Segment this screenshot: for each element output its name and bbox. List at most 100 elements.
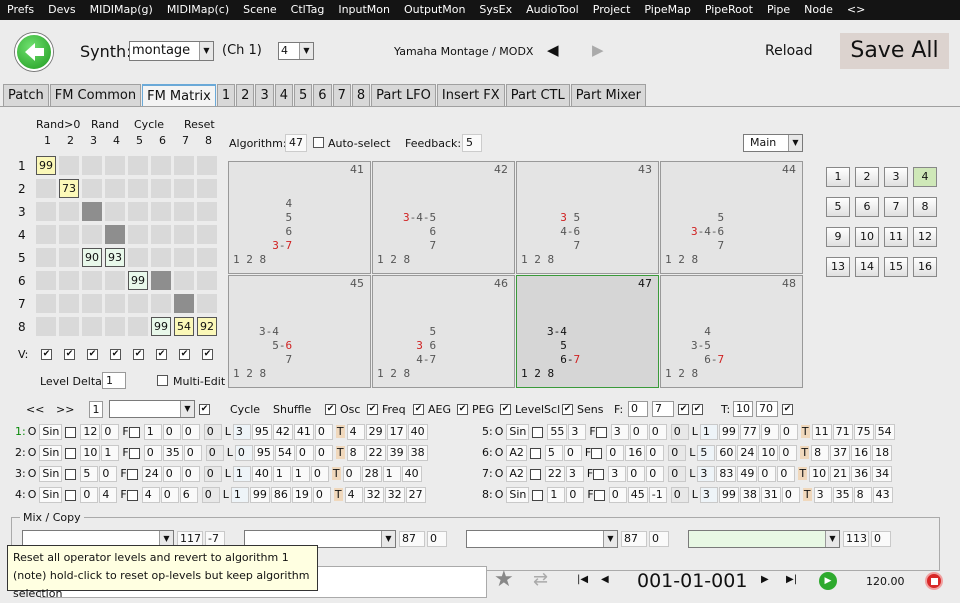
- matrix-value-cell[interactable]: 73: [59, 179, 79, 198]
- op-level-value[interactable]: 99: [249, 487, 270, 503]
- op-fixed-checkbox[interactable]: [126, 489, 138, 501]
- mix-select-4[interactable]: ▼: [688, 530, 840, 548]
- t-high-input[interactable]: 70: [756, 401, 778, 417]
- op-level-value[interactable]: 19: [291, 487, 312, 503]
- op-time-value[interactable]: 75: [853, 424, 874, 440]
- matrix-cell[interactable]: [82, 156, 102, 175]
- matrix-cell[interactable]: [128, 156, 148, 175]
- op-wave-checkbox[interactable]: [65, 447, 77, 459]
- op-wave-checkbox[interactable]: [65, 468, 77, 480]
- matrix-cell[interactable]: [105, 225, 125, 244]
- peg-checkbox[interactable]: ✔: [457, 404, 468, 415]
- matrix-cell[interactable]: [197, 225, 217, 244]
- algorithm-46[interactable]: 46 5 3 6 4-7 1 2 8: [372, 275, 515, 388]
- op-freq-value[interactable]: 0: [143, 445, 162, 461]
- op-time-value[interactable]: 11: [811, 424, 832, 440]
- algorithm-43[interactable]: 43 3 5 4-6 71 2 8: [516, 161, 659, 274]
- op-time-value[interactable]: 29: [365, 424, 386, 440]
- part-button-7[interactable]: 7: [884, 197, 908, 217]
- matrix-cell[interactable]: [82, 202, 102, 221]
- op-time-value[interactable]: 10: [809, 466, 830, 482]
- menu-item-13[interactable]: Pipe: [760, 0, 797, 20]
- matrix-cell[interactable]: [197, 202, 217, 221]
- op-wave[interactable]: Sin: [39, 424, 63, 440]
- tab-10[interactable]: 8: [351, 84, 371, 106]
- op-wave-checkbox[interactable]: [532, 489, 544, 501]
- op-level-value[interactable]: 9: [760, 424, 779, 440]
- part-button-8[interactable]: 8: [913, 197, 937, 217]
- tab-13[interactable]: Part CTL: [505, 84, 570, 106]
- op-level-value[interactable]: 3: [232, 424, 251, 440]
- op-detune[interactable]: 0: [670, 487, 689, 503]
- op-level-value[interactable]: 3: [697, 466, 716, 482]
- prev-device-icon[interactable]: ◀: [547, 41, 559, 59]
- feedback-input[interactable]: 5: [462, 134, 482, 152]
- op-level-value[interactable]: 99: [718, 487, 739, 503]
- op-time-value[interactable]: 22: [365, 445, 386, 461]
- matrix-cell[interactable]: [36, 248, 56, 267]
- op-level-value[interactable]: 99: [718, 424, 739, 440]
- f-high-input[interactable]: 7: [652, 401, 674, 417]
- matrix-cell[interactable]: [59, 202, 79, 221]
- op-level-value[interactable]: 0: [295, 445, 314, 461]
- part-button-1[interactable]: 1: [826, 167, 850, 187]
- mix-value-2[interactable]: 87: [399, 531, 425, 547]
- algorithm-48[interactable]: 48 4 3-5 6-7 1 2 8: [660, 275, 803, 388]
- tab-11[interactable]: Part LFO: [371, 84, 436, 106]
- matrix-cell[interactable]: [197, 271, 217, 290]
- t-checkbox[interactable]: ✔: [782, 404, 793, 415]
- matrix-cell[interactable]: [174, 202, 194, 221]
- matrix-button-0[interactable]: Rand>0: [36, 118, 80, 131]
- op-fine[interactable]: 3: [568, 424, 587, 440]
- matrix-cell[interactable]: [82, 271, 102, 290]
- matrix-cell[interactable]: [174, 179, 194, 198]
- op-time-value[interactable]: 3: [813, 487, 832, 503]
- op-fine[interactable]: 0: [99, 466, 118, 482]
- matrix-cell[interactable]: [59, 225, 79, 244]
- tab-7[interactable]: 5: [294, 84, 313, 106]
- matrix-cell[interactable]: [36, 225, 56, 244]
- op-level-value[interactable]: 49: [737, 466, 758, 482]
- op-fixed-checkbox[interactable]: [593, 468, 605, 480]
- matrix-cell[interactable]: [36, 317, 56, 336]
- menu-item-5[interactable]: CtlTag: [284, 0, 332, 20]
- matrix-button-2[interactable]: Cycle: [134, 118, 164, 131]
- matrix-cell[interactable]: [197, 248, 217, 267]
- matrix-cell[interactable]: [174, 225, 194, 244]
- matrix-cell[interactable]: [128, 248, 148, 267]
- voice-checkbox[interactable]: ✔: [156, 349, 167, 360]
- voice-checkbox[interactable]: ✔: [202, 349, 213, 360]
- op-wave-checkbox[interactable]: [65, 426, 77, 438]
- mix-value-3[interactable]: 87: [621, 531, 647, 547]
- skip-start-icon[interactable]: |◀: [577, 574, 588, 585]
- matrix-cell[interactable]: [197, 179, 217, 198]
- cycle-button[interactable]: Cycle: [230, 403, 260, 416]
- op-time-value[interactable]: 17: [386, 424, 407, 440]
- op-wave-checkbox[interactable]: [65, 489, 77, 501]
- matrix-cell[interactable]: [105, 317, 125, 336]
- matrix-cell[interactable]: [105, 294, 125, 313]
- op-fixed-checkbox[interactable]: [128, 426, 140, 438]
- levelscl-checkbox[interactable]: ✔: [500, 404, 511, 415]
- tab-3[interactable]: 1: [216, 84, 236, 106]
- menu-item-4[interactable]: Scene: [236, 0, 284, 20]
- voice-checkbox[interactable]: ✔: [41, 349, 52, 360]
- matrix-cell[interactable]: [128, 179, 148, 198]
- op-time-value[interactable]: 54: [874, 424, 895, 440]
- op-coarse[interactable]: 0: [80, 487, 99, 503]
- matrix-cell[interactable]: [151, 202, 171, 221]
- aeg-checkbox[interactable]: ✔: [413, 404, 424, 415]
- op-fine[interactable]: 0: [563, 445, 582, 461]
- op-freq-value[interactable]: 0: [608, 487, 627, 503]
- part-button-11[interactable]: 11: [884, 227, 908, 247]
- matrix-cell[interactable]: [36, 179, 56, 198]
- op-level-value[interactable]: 1: [230, 487, 249, 503]
- shuffle-button[interactable]: Shuffle: [273, 403, 311, 416]
- part-button-12[interactable]: 12: [913, 227, 937, 247]
- matrix-cell[interactable]: [59, 271, 79, 290]
- op-level-value[interactable]: 5: [697, 445, 716, 461]
- voice-checkbox[interactable]: ✔: [133, 349, 144, 360]
- op-level-value[interactable]: 3: [699, 487, 718, 503]
- f-checkbox-2[interactable]: ✔: [692, 404, 703, 415]
- op-coarse[interactable]: 55: [547, 424, 568, 440]
